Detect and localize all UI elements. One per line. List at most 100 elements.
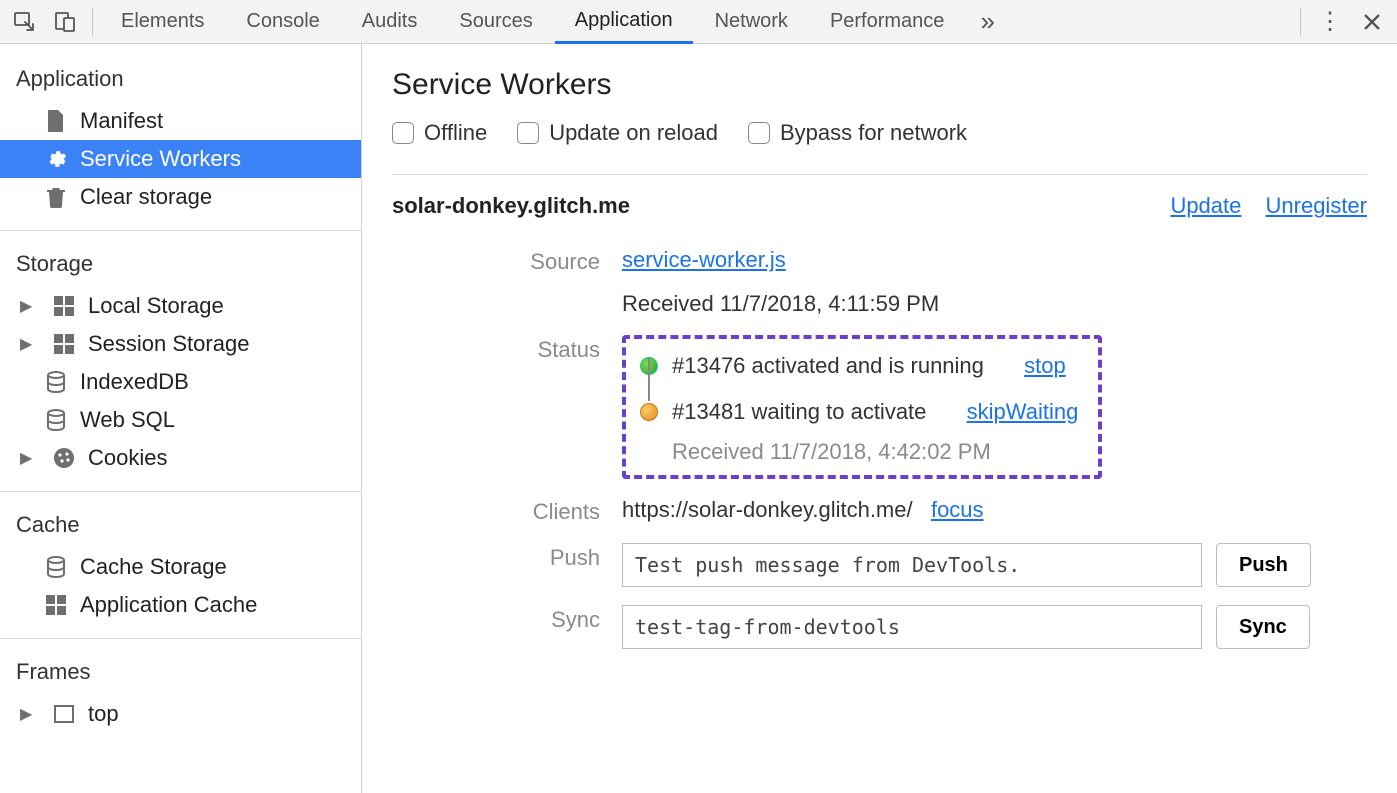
chevron-right-icon: ▶ bbox=[20, 334, 32, 354]
bypass-network-checkbox[interactable]: Bypass for network bbox=[748, 120, 967, 146]
tab-console[interactable]: Console bbox=[226, 0, 339, 44]
status-waiting-received: Received 11/7/2018, 4:42:02 PM bbox=[672, 439, 1078, 465]
tab-sources[interactable]: Sources bbox=[439, 0, 552, 44]
devtools-tab-bar: Elements Console Audits Sources Applicat… bbox=[0, 0, 1397, 44]
push-input[interactable] bbox=[622, 543, 1202, 587]
file-icon bbox=[44, 109, 68, 133]
sidebar-item-clear-storage[interactable]: Clear storage bbox=[0, 178, 361, 216]
tab-network[interactable]: Network bbox=[695, 0, 808, 44]
close-icon[interactable] bbox=[1353, 3, 1391, 41]
focus-link[interactable]: focus bbox=[931, 497, 984, 522]
sidebar-group-storage: Storage bbox=[0, 243, 361, 287]
sidebar-item-session-storage[interactable]: ▶ Session Storage bbox=[0, 325, 361, 363]
update-link[interactable]: Update bbox=[1170, 193, 1241, 218]
grid-icon bbox=[52, 296, 76, 316]
source-label: Source bbox=[392, 247, 622, 275]
sidebar-item-service-workers[interactable]: Service Workers bbox=[0, 140, 361, 178]
status-dot-waiting-icon bbox=[640, 403, 658, 421]
gear-icon bbox=[44, 148, 68, 170]
clients-label: Clients bbox=[392, 497, 622, 525]
offline-checkbox[interactable]: Offline bbox=[392, 120, 487, 146]
unregister-link[interactable]: Unregister bbox=[1266, 193, 1367, 218]
sidebar-item-label: Session Storage bbox=[88, 331, 249, 357]
options-row: Offline Update on reload Bypass for netw… bbox=[392, 120, 1367, 152]
panel-title: Service Workers bbox=[392, 68, 1367, 102]
sidebar-item-local-storage[interactable]: ▶ Local Storage bbox=[0, 287, 361, 325]
trash-icon bbox=[44, 186, 68, 208]
frame-icon bbox=[52, 705, 76, 723]
source-received: Received 11/7/2018, 4:11:59 PM bbox=[622, 291, 1367, 317]
sidebar-item-cache-storage[interactable]: Cache Storage bbox=[0, 548, 361, 586]
sidebar-divider bbox=[0, 230, 361, 231]
checkbox-label: Bypass for network bbox=[780, 120, 967, 146]
tab-application[interactable]: Application bbox=[555, 0, 693, 44]
sidebar-item-websql[interactable]: Web SQL bbox=[0, 401, 361, 439]
sidebar-item-label: IndexedDB bbox=[80, 369, 189, 395]
sidebar-item-cookies[interactable]: ▶ Cookies bbox=[0, 439, 361, 477]
sidebar-item-manifest[interactable]: Manifest bbox=[0, 102, 361, 140]
sidebar-item-indexeddb[interactable]: IndexedDB bbox=[0, 363, 361, 401]
checkbox-icon bbox=[517, 122, 539, 144]
sidebar-item-application-cache[interactable]: Application Cache bbox=[0, 586, 361, 624]
sync-button[interactable]: Sync bbox=[1216, 605, 1310, 649]
inspect-element-icon[interactable] bbox=[6, 3, 44, 41]
status-active-text: #13476 activated and is running bbox=[672, 353, 984, 379]
tabs-overflow[interactable]: » bbox=[966, 0, 1008, 44]
service-worker-origin: solar-donkey.glitch.me bbox=[392, 193, 630, 219]
tab-performance[interactable]: Performance bbox=[810, 0, 965, 44]
chevron-right-icon: ▶ bbox=[20, 704, 32, 724]
sidebar-item-top-frame[interactable]: ▶ top bbox=[0, 695, 361, 733]
database-icon bbox=[44, 409, 68, 431]
sidebar-item-label: Web SQL bbox=[80, 407, 175, 433]
sidebar-divider bbox=[0, 638, 361, 639]
tab-label: Audits bbox=[362, 10, 418, 33]
sidebar-group-application: Application bbox=[0, 58, 361, 102]
sidebar-group-cache: Cache bbox=[0, 504, 361, 548]
tab-label: Performance bbox=[830, 10, 945, 33]
sidebar-item-label: Application Cache bbox=[80, 592, 257, 618]
sidebar-item-label: Manifest bbox=[80, 108, 163, 134]
sidebar-group-frames: Frames bbox=[0, 651, 361, 695]
checkbox-icon bbox=[748, 122, 770, 144]
database-icon bbox=[44, 556, 68, 578]
tab-label: Elements bbox=[121, 10, 204, 33]
sidebar-divider bbox=[0, 491, 361, 492]
client-url: https://solar-donkey.glitch.me/ bbox=[622, 497, 913, 522]
sync-label: Sync bbox=[392, 605, 622, 633]
device-toggle-icon[interactable] bbox=[46, 3, 84, 41]
status-waiting-text: #13481 waiting to activate bbox=[672, 399, 926, 425]
cookie-icon bbox=[52, 447, 76, 469]
checkbox-icon bbox=[392, 122, 414, 144]
kebab-menu-icon[interactable]: ⋮ bbox=[1311, 3, 1349, 41]
grid-icon bbox=[44, 595, 68, 615]
tab-label: Application bbox=[575, 9, 673, 32]
application-sidebar: Application Manifest Service Workers Cle… bbox=[0, 44, 362, 793]
push-label: Push bbox=[392, 543, 622, 571]
tab-label: Network bbox=[715, 10, 788, 33]
checkbox-label: Update on reload bbox=[549, 120, 718, 146]
sidebar-item-label: Cookies bbox=[88, 445, 167, 471]
service-workers-panel: Service Workers Offline Update on reload… bbox=[362, 44, 1397, 793]
update-on-reload-checkbox[interactable]: Update on reload bbox=[517, 120, 718, 146]
source-link[interactable]: service-worker.js bbox=[622, 247, 786, 272]
main-split: Application Manifest Service Workers Cle… bbox=[0, 44, 1397, 793]
sidebar-item-label: Cache Storage bbox=[80, 554, 227, 580]
chevron-right-icon: ▶ bbox=[20, 296, 32, 316]
tab-label: Sources bbox=[459, 10, 532, 33]
stop-link[interactable]: stop bbox=[1024, 353, 1066, 379]
tab-elements[interactable]: Elements bbox=[101, 0, 224, 44]
tab-audits[interactable]: Audits bbox=[342, 0, 438, 44]
tab-label: Console bbox=[246, 10, 319, 33]
status-highlight-box: #13476 activated and is running stop #13… bbox=[622, 335, 1102, 479]
database-icon bbox=[44, 371, 68, 393]
push-button[interactable]: Push bbox=[1216, 543, 1311, 587]
separator bbox=[1300, 8, 1301, 36]
sidebar-item-label: Service Workers bbox=[80, 146, 241, 172]
checkbox-label: Offline bbox=[424, 120, 487, 146]
status-label: Status bbox=[392, 335, 622, 363]
separator bbox=[92, 8, 93, 36]
sidebar-item-label: Clear storage bbox=[80, 184, 212, 210]
grid-icon bbox=[52, 334, 76, 354]
skipwaiting-link[interactable]: skipWaiting bbox=[967, 399, 1079, 425]
sync-input[interactable] bbox=[622, 605, 1202, 649]
